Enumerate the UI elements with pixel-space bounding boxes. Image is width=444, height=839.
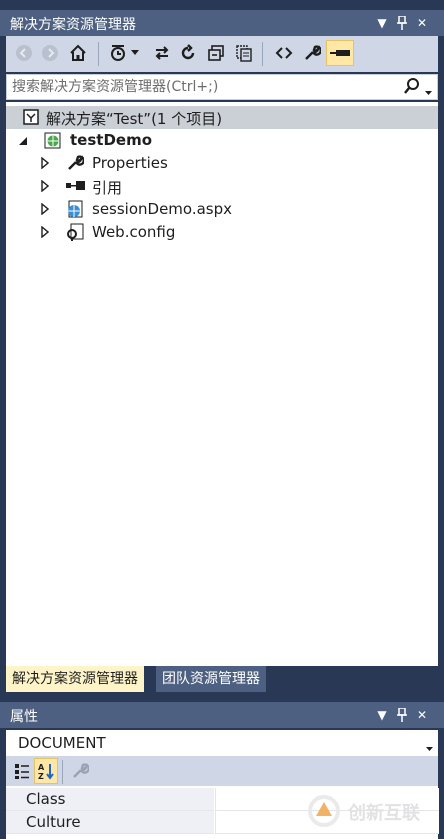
code-icon: [275, 47, 293, 59]
web-page-icon: [66, 200, 84, 222]
dropdown-arrow-icon[interactable]: ▼: [373, 13, 391, 33]
forward-button[interactable]: [38, 40, 62, 66]
references-icon: [66, 180, 86, 196]
pin-icon[interactable]: [393, 13, 411, 33]
dropdown-arrow-icon[interactable]: ▼: [373, 705, 391, 725]
preview-icon: [330, 50, 350, 56]
alphabetical-button[interactable]: AZ: [34, 758, 58, 784]
properties-title: 属性: [10, 709, 38, 725]
tab-team-explorer[interactable]: 团队资源管理器: [156, 666, 266, 692]
solution-icon: [23, 109, 39, 129]
search-input[interactable]: [12, 78, 392, 96]
home-button[interactable]: [66, 40, 90, 66]
search-box: [6, 74, 438, 100]
pending-changes-button[interactable]: [106, 40, 130, 66]
properties-titlebar: 属性 ▼ ✕: [0, 702, 444, 728]
back-icon: [16, 45, 32, 61]
sync-icon: [155, 46, 169, 60]
svg-text:A: A: [38, 763, 45, 772]
wrench-icon: [66, 154, 85, 176]
forward-icon: [42, 45, 58, 61]
pending-changes-dropdown[interactable]: [128, 40, 142, 66]
collapse-all-icon: [208, 45, 224, 61]
watermark-logo-icon: [308, 795, 340, 827]
property-pages-button[interactable]: [68, 758, 92, 784]
view-code-button[interactable]: [272, 40, 296, 66]
wrench-icon: [73, 763, 89, 778]
watermark-text: 创新互联: [348, 803, 420, 824]
tree-item-references[interactable]: 引用: [6, 175, 438, 198]
pin-icon[interactable]: [393, 705, 411, 725]
selected-object: DOCUMENT: [18, 734, 106, 752]
chevron-down-icon: [131, 50, 139, 55]
search-options-chevron-icon[interactable]: [425, 84, 432, 100]
back-button[interactable]: [12, 40, 36, 66]
show-all-files-button[interactable]: [232, 40, 256, 66]
solution-node[interactable]: 解决方案“Test”(1 个项目): [6, 106, 438, 129]
properties-button[interactable]: [300, 40, 324, 66]
property-name: Class: [26, 790, 66, 808]
tree-item-properties[interactable]: Properties: [6, 152, 438, 175]
refresh-icon: [181, 44, 195, 60]
web-project-icon: [44, 132, 61, 153]
categorized-button[interactable]: [10, 758, 34, 784]
tree-item-label: Properties: [92, 154, 168, 172]
solution-label: 解决方案“Test”(1 个项目): [46, 110, 223, 128]
close-icon[interactable]: ✕: [413, 13, 431, 33]
history-icon: [111, 45, 125, 61]
property-name: Culture: [26, 813, 81, 831]
sort-alphabetical-icon: AZ: [38, 763, 54, 780]
properties-toolbar: AZ: [6, 756, 438, 786]
project-label: testDemo: [70, 131, 153, 149]
tree-item-webconfig[interactable]: Web.config: [6, 221, 438, 244]
solution-explorer-toolbar: [6, 36, 438, 72]
solution-explorer-titlebar: 解决方案资源管理器 ▼ ✕: [0, 10, 444, 36]
collapsed-caret-icon[interactable]: [41, 179, 51, 193]
solution-explorer-title: 解决方案资源管理器: [10, 17, 136, 33]
sync-button[interactable]: [150, 40, 174, 66]
collapsed-caret-icon[interactable]: [41, 202, 51, 216]
tree-item-sessiondemo[interactable]: sessionDemo.aspx: [6, 198, 438, 221]
project-node[interactable]: testDemo: [6, 129, 438, 152]
search-icon[interactable]: [403, 77, 421, 99]
collapsed-caret-icon[interactable]: [41, 156, 51, 170]
watermark: 创新互联: [306, 792, 436, 830]
chevron-down-icon[interactable]: [426, 740, 433, 756]
categorized-icon: [15, 764, 29, 779]
preview-selected-items-button[interactable]: [326, 40, 354, 66]
expanded-caret-icon[interactable]: [18, 134, 28, 146]
collapsed-caret-icon[interactable]: [41, 225, 51, 239]
config-file-icon: [66, 223, 84, 245]
wrench-icon: [305, 45, 321, 60]
solution-tree: 解决方案“Test”(1 个项目) testDemo Properties 引用: [6, 102, 438, 666]
tab-solution-explorer[interactable]: 解决方案资源管理器: [6, 666, 144, 692]
object-selector[interactable]: DOCUMENT: [6, 730, 438, 756]
refresh-button[interactable]: [176, 40, 200, 66]
tree-item-label: Web.config: [92, 223, 176, 241]
tree-item-label: 引用: [92, 179, 123, 197]
tool-window-tabs: 解决方案资源管理器 团队资源管理器: [6, 666, 438, 692]
home-icon: [70, 44, 86, 61]
close-icon[interactable]: ✕: [413, 705, 431, 725]
tree-item-label: sessionDemo.aspx: [92, 200, 233, 218]
show-all-files-icon: [236, 45, 252, 62]
svg-text:Z: Z: [38, 772, 44, 780]
collapse-all-button[interactable]: [204, 40, 228, 66]
